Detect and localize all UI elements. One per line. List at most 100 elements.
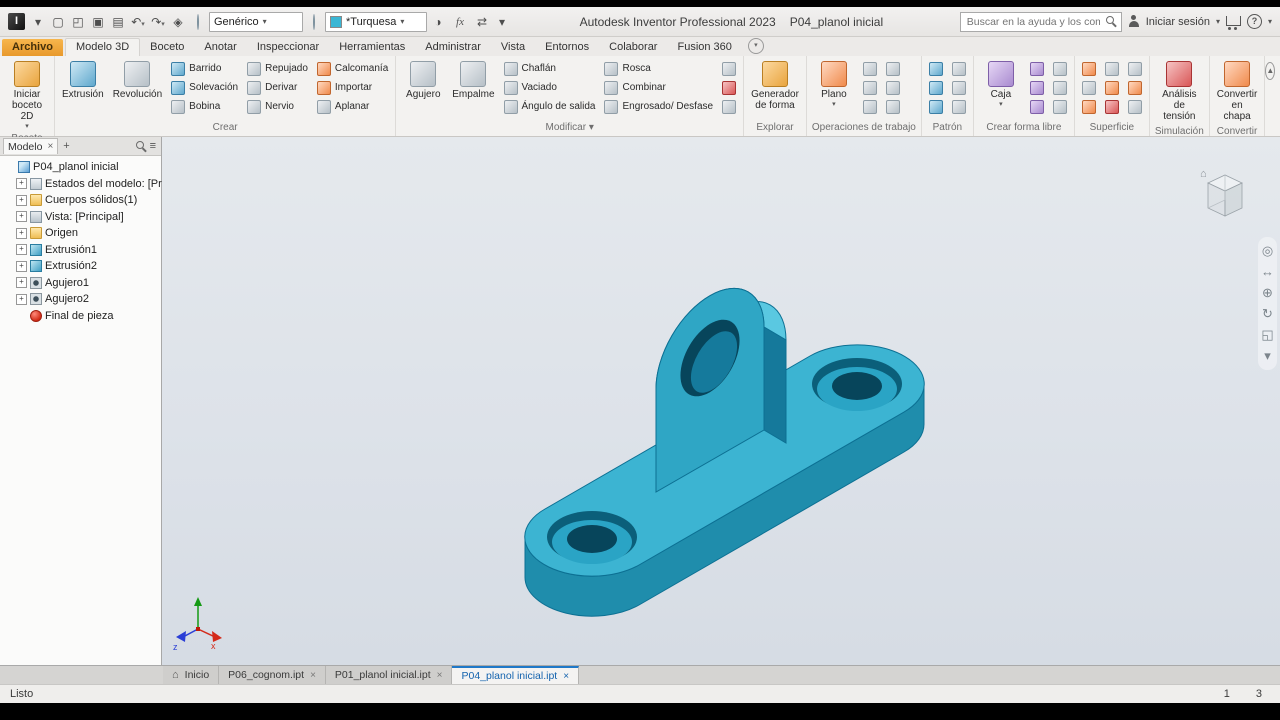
button-convertir-en-chapa[interactable]: Convertir en chapa (1214, 59, 1261, 124)
button-work-axis[interactable] (860, 60, 880, 77)
help-caret-icon[interactable]: ▾ (1268, 17, 1272, 26)
navigation-wheel-icon[interactable]: ◎ (1262, 244, 1273, 258)
zoom-icon[interactable]: ⊕ (1262, 286, 1273, 300)
adjust-appearance-icon[interactable]: ◑ (429, 13, 447, 31)
close-tab-icon[interactable]: × (310, 670, 316, 681)
tree-item-extrusion1[interactable]: + Extrusión1 (0, 242, 161, 259)
expander-plus-icon[interactable]: + (16, 211, 27, 223)
button-vaciado[interactable]: Vaciado (501, 79, 599, 96)
tab-fusion-360[interactable]: Fusion 360 (667, 39, 741, 56)
expander-plus-icon[interactable]: + (16, 227, 27, 239)
help-search-input[interactable] (964, 14, 1102, 29)
browser-menu-icon[interactable]: ≡ (150, 140, 158, 152)
search-icon[interactable] (1105, 16, 1117, 27)
button-surface-delete[interactable] (1125, 79, 1145, 96)
button-pattern-feature[interactable] (949, 79, 969, 96)
open-folder-icon[interactable]: ◰ (69, 13, 87, 31)
button-revolucion[interactable]: Revolución (110, 59, 165, 102)
panel-label-operaciones-de-trabajo[interactable]: Operaciones de trabajo (807, 120, 921, 136)
button-surface-repair[interactable] (1102, 98, 1122, 115)
button-chaflan[interactable]: Chaflán (501, 60, 599, 77)
button-split[interactable] (719, 60, 739, 77)
tab-colaborar[interactable]: Colaborar (599, 39, 667, 56)
button-ucs[interactable] (860, 98, 880, 115)
close-tab-icon[interactable]: × (437, 670, 443, 681)
tree-item-extrusion2[interactable]: + Extrusión2 (0, 258, 161, 275)
print-icon[interactable]: ▤ (109, 13, 127, 31)
panel-label-modificar[interactable]: Modificar ▾ (396, 120, 743, 136)
template-combo[interactable]: Genérico ▾ (209, 11, 303, 32)
exchange-arrows-icon[interactable]: ⇄ (473, 13, 491, 31)
button-barrido[interactable]: Barrido (168, 60, 241, 77)
tab-archivo[interactable]: Archivo (2, 39, 63, 56)
dropdown-arrow-icon[interactable]: ▾ (999, 101, 1003, 108)
doc-tab-p06-cognom-ipt[interactable]: P06_cognom.ipt × (219, 666, 326, 684)
pan-icon[interactable]: ↔ (1261, 265, 1274, 279)
expander-plus-icon[interactable]: + (16, 244, 27, 256)
panel-label-superficie[interactable]: Superficie (1075, 120, 1149, 136)
appearance-combo[interactable]: *Turquesa ▾ (325, 11, 427, 32)
button-pattern-rectangular[interactable] (926, 60, 946, 77)
store-cart-icon[interactable] (1225, 15, 1241, 30)
button-repujado[interactable]: Repujado (244, 60, 311, 77)
tab-anotar[interactable]: Anotar (194, 39, 246, 56)
doc-tab-p04-planol-inicial-ipt[interactable]: P04_planol inicial.ipt × (452, 666, 580, 684)
add-browser-tab-button[interactable]: + (61, 140, 71, 152)
tab-entornos[interactable]: Entornos (535, 39, 599, 56)
ribbon-display-toggle-icon[interactable]: ▾ (747, 38, 764, 54)
button-pattern-path[interactable] (949, 98, 969, 115)
panel-label-crear[interactable]: Crear (55, 120, 395, 136)
button-caja[interactable]: Caja ▾ (978, 59, 1024, 109)
close-tab-icon[interactable]: × (563, 671, 569, 682)
dropdown-arrow-icon[interactable]: ▾ (832, 101, 836, 108)
button-work-point[interactable] (860, 79, 880, 96)
button-derivar[interactable]: Derivar (244, 79, 311, 96)
tree-item-vista-principal[interactable]: + Vista: [Principal] (0, 209, 161, 226)
inventor-logo-icon[interactable]: I (8, 13, 25, 30)
button-plano[interactable]: Plano ▾ (811, 59, 857, 109)
redo-icon[interactable]: ↷▾ (149, 13, 167, 31)
button-engrosado-desfase[interactable]: Engrosado/ Desfase (601, 98, 716, 115)
close-icon[interactable]: × (47, 141, 53, 152)
iproperties-icon[interactable]: ◈ (169, 13, 187, 31)
button-surface-fit[interactable] (1125, 98, 1145, 115)
button-freeform-quadball[interactable] (1050, 79, 1070, 96)
button-combinar[interactable]: Combinar (601, 79, 716, 96)
tree-item-agujero1[interactable]: + Agujero1 (0, 275, 161, 292)
viewport-3d[interactable]: x z ⌂ ◎ ↔ ⊕ ↻ ◱ ▾ (162, 137, 1280, 665)
button-aplanar[interactable]: Aplanar (314, 98, 391, 115)
tab-herramientas[interactable]: Herramientas (329, 39, 415, 56)
material-sphere-icon[interactable] (189, 13, 207, 31)
button-empalme[interactable]: Empalme (449, 59, 497, 102)
button-importar[interactable]: Importar (314, 79, 391, 96)
panel-label-explorar[interactable]: Explorar (744, 120, 806, 136)
button-pattern-circular[interactable] (926, 79, 946, 96)
button-agujero[interactable]: Agujero (400, 59, 446, 102)
button-nervio[interactable]: Nervio (244, 98, 311, 115)
button-mirror[interactable] (926, 98, 946, 115)
help-icon[interactable]: ? (1246, 14, 1262, 29)
tab-boceto[interactable]: Boceto (140, 39, 194, 56)
doc-tab-p01-planol-inicial-ipt[interactable]: P01_planol inicial.ipt × (325, 666, 453, 684)
button-angulo-de-salida[interactable]: Ángulo de salida (501, 98, 599, 115)
button-surface-stitch[interactable] (1079, 60, 1099, 77)
button-surface-patch[interactable] (1079, 79, 1099, 96)
tab-modelo-3d[interactable]: Modelo 3D (64, 38, 141, 56)
tab-administrar[interactable]: Administrar (415, 39, 491, 56)
overflow-arrow-icon[interactable]: ▾ (493, 13, 511, 31)
button-move-body[interactable] (719, 98, 739, 115)
doc-tab-inicio[interactable]: ⌂ Inicio (163, 666, 220, 684)
expander-plus-icon[interactable]: + (16, 277, 27, 289)
expander-plus-icon[interactable]: + (16, 178, 27, 190)
button-iniciar-boceto-2d[interactable]: Iniciar boceto 2D ▾ (4, 59, 50, 131)
look-at-icon[interactable]: ◱ (1261, 328, 1273, 342)
button-solevacion[interactable]: Solevación (168, 79, 241, 96)
save-icon[interactable]: ▣ (89, 13, 107, 31)
button-generador-de-forma[interactable]: Generador de forma (748, 59, 802, 113)
tree-item-p04-planol-inicial[interactable]: P04_planol inicial (0, 159, 161, 176)
tree-item-cuerpos-solidos-1[interactable]: + Cuerpos sólidos(1) (0, 192, 161, 209)
browser-search-icon[interactable] (135, 140, 147, 152)
undo-icon[interactable]: ↶▾ (129, 13, 147, 31)
sign-in-caret-icon[interactable]: ▾ (1216, 17, 1220, 26)
button-freeform-plane[interactable] (1027, 60, 1047, 77)
